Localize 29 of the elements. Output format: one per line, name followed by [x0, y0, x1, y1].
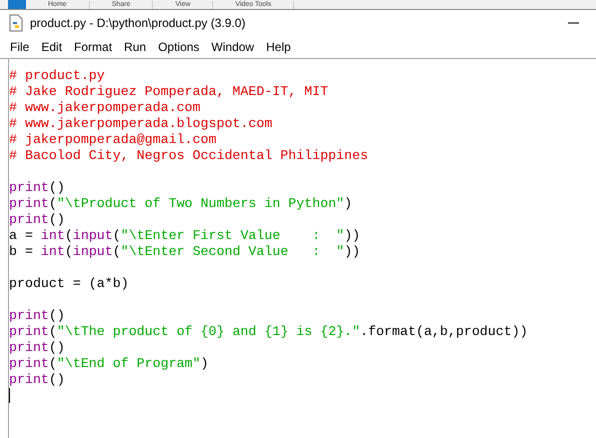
- code-line: # Bacolod City, Negros Occidental Philippines: [9, 148, 368, 164]
- code-line: # www.jakerpomperada.blogspot.com: [9, 116, 272, 132]
- menu-item[interactable]: Window: [205, 40, 260, 54]
- menu-item[interactable]: Options: [152, 40, 206, 54]
- code-line: print(): [9, 340, 65, 356]
- code-line: b = int(input("\tEnter Second Value : ")): [9, 244, 360, 260]
- minimize-icon: [568, 22, 578, 24]
- menu-item[interactable]: Format: [68, 40, 118, 54]
- menu-item[interactable]: Run: [118, 40, 152, 54]
- code-line: # www.jakerpomperada.com: [9, 100, 201, 116]
- window-title: product.py - D:\python\product.py (3.9.0): [30, 16, 246, 30]
- menu-item[interactable]: Edit: [35, 40, 68, 54]
- code-line: # jakerpomperada@gmail.com: [9, 132, 216, 148]
- code-line: print(): [9, 308, 65, 324]
- code-line: print(): [9, 180, 65, 196]
- code-line: print(): [9, 212, 65, 228]
- code-line: product = (a*b): [9, 276, 129, 292]
- code-line: print(): [9, 372, 65, 388]
- text-cursor: [9, 388, 10, 403]
- code-line: print("\tProduct of Two Numbers in Python"): [9, 196, 352, 212]
- python-file-icon: [8, 14, 24, 32]
- code-line: print("\tEnd of Program"): [9, 356, 209, 372]
- code-line: a = int(input("\tEnter First Value : ")): [9, 228, 360, 244]
- menu-item[interactable]: File: [4, 40, 36, 54]
- menu-item[interactable]: Help: [260, 40, 297, 54]
- code-line: # product.py: [9, 68, 105, 84]
- ribbon-strip: [8, 0, 26, 9]
- code-line: print("\tThe product of {0} and {1} is {2}.".format(a,b,product)): [9, 324, 528, 340]
- code-line: # Jake Rodriguez Pomperada, MAED-IT, MIT: [9, 84, 328, 100]
